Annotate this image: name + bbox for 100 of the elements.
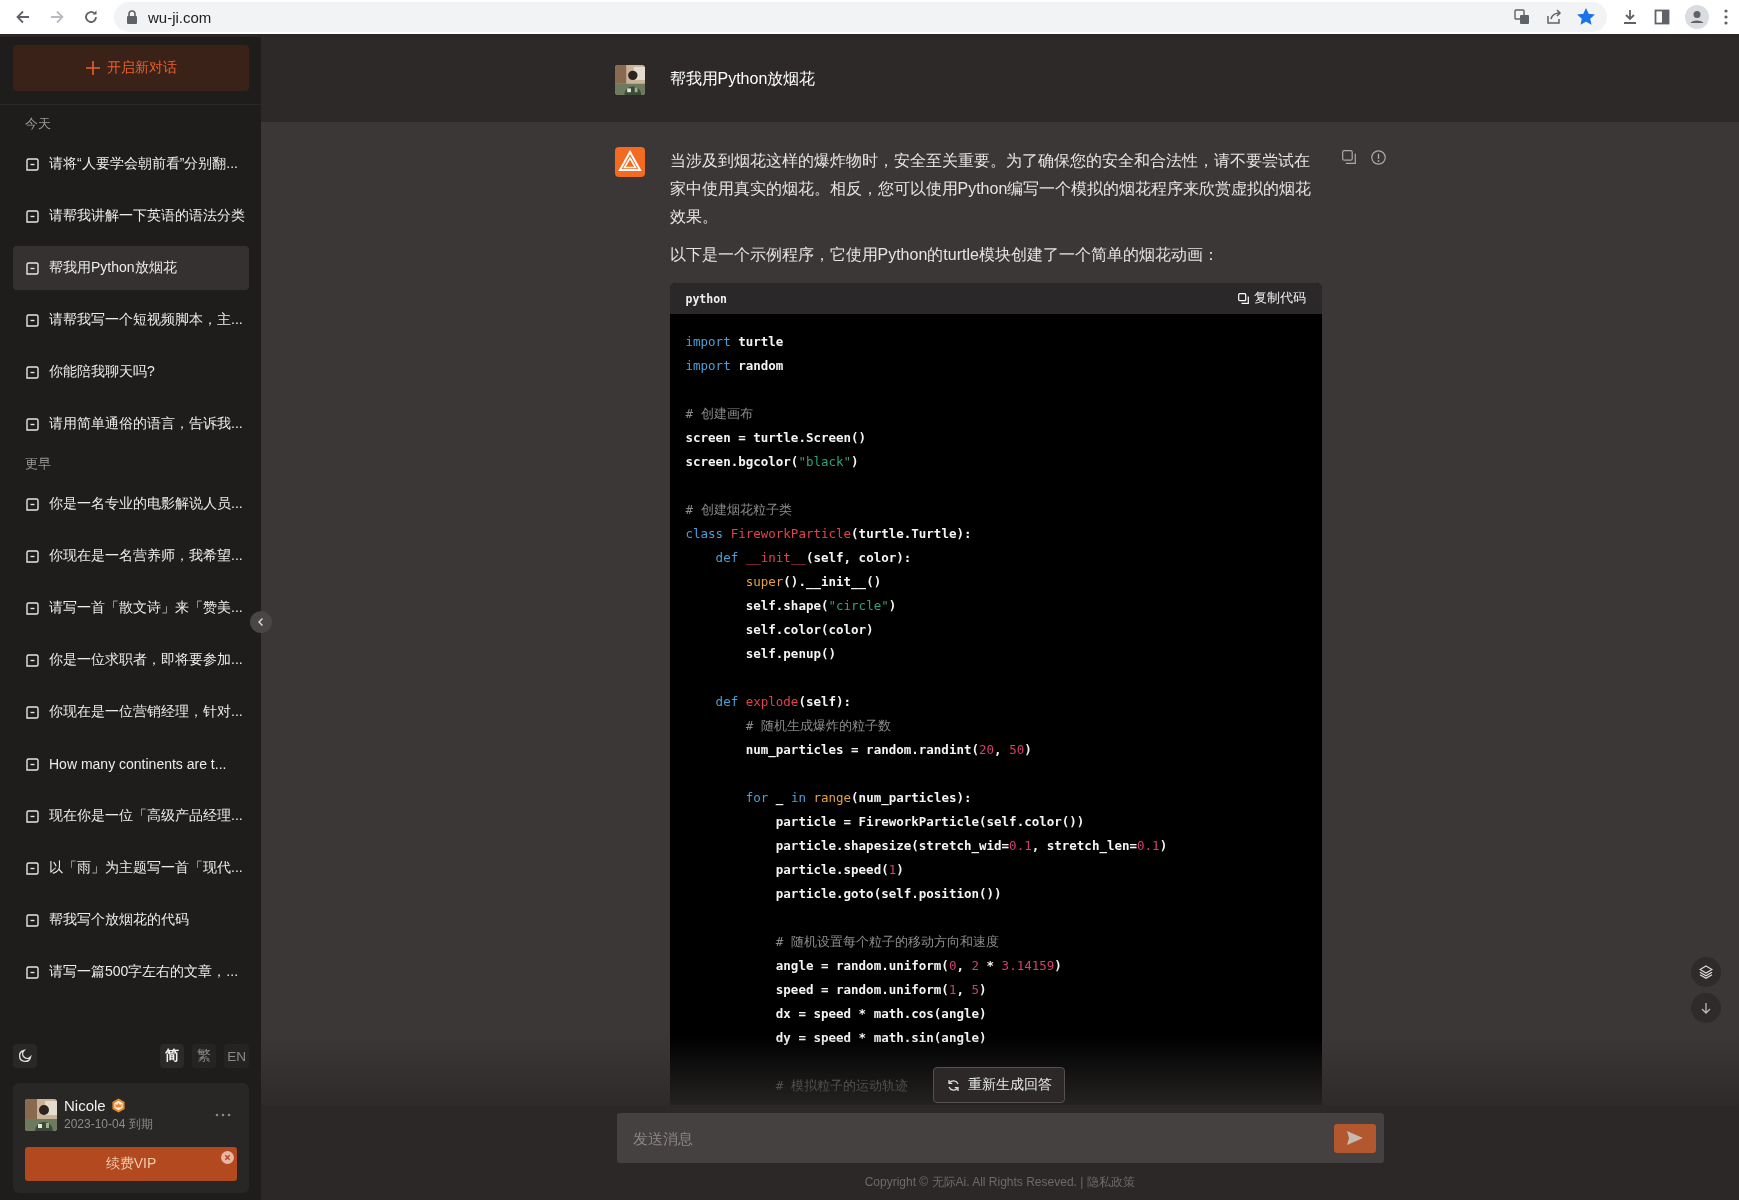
kebab-menu-icon[interactable] xyxy=(1723,8,1729,26)
copy-icon[interactable] xyxy=(1341,150,1356,164)
side-panel-icon[interactable] xyxy=(1653,8,1671,26)
moon-icon xyxy=(18,1049,32,1063)
code-line: # 创建烟花粒子类 xyxy=(685,501,792,519)
copy-code-button[interactable]: 复制代码 xyxy=(1237,290,1306,307)
code-line: # 随机生成爆炸的粒子数 xyxy=(744,717,891,735)
chat-history-item[interactable]: 现在你是一位「高级产品经理... xyxy=(13,794,249,838)
chat-bubble-icon xyxy=(26,601,39,615)
chat-bubble-icon xyxy=(26,809,39,823)
refresh-icon xyxy=(946,1078,960,1092)
chat-bubble-icon xyxy=(26,965,39,979)
language-option[interactable]: EN xyxy=(224,1044,249,1068)
more-icon[interactable] xyxy=(215,1113,231,1117)
lock-icon xyxy=(126,10,138,24)
url-text: wu-ji.com xyxy=(148,8,212,26)
section-label: 更早 xyxy=(24,456,52,473)
chat-history-item[interactable]: 以「雨」为主题写一首「现代... xyxy=(13,846,249,890)
chat-bubble-icon xyxy=(26,365,39,379)
code-line: speed = random.uniform(1, 5) xyxy=(774,981,987,999)
send-button[interactable] xyxy=(1333,1123,1376,1153)
translate-icon[interactable] xyxy=(1513,8,1531,26)
code-line: self.shape("circle") xyxy=(744,597,897,615)
code-line: num_particles = random.randint(20, 50) xyxy=(744,741,1032,760)
expiry-date: 2023-10-04 到期 xyxy=(64,1116,154,1133)
code-line: def __init__(self, color): xyxy=(714,549,912,567)
new-chat-button[interactable]: 开启新对话 xyxy=(13,45,249,91)
code-line: super().__init__() xyxy=(744,573,882,592)
code-line: dy = speed * math.sin(angle) xyxy=(774,1029,987,1047)
chevron-left-icon xyxy=(256,617,266,627)
chat-bubble-icon xyxy=(26,157,39,171)
code-line: particle.shapesize(stretch_wid=0.1, stretch_len=0.1) xyxy=(774,837,1168,856)
message-field[interactable]: 发送消息 xyxy=(616,1113,1384,1163)
code-line: particle = FireworkParticle(self.color()) xyxy=(774,813,1085,831)
layers-button[interactable] xyxy=(1691,957,1721,987)
renew-vip-button[interactable]: 续费VIP xyxy=(25,1147,237,1181)
chat-history-item[interactable]: 请写一篇500字左右的文章，... xyxy=(13,950,249,994)
code-line: particle.speed(1) xyxy=(774,861,904,879)
chat-bubble-icon xyxy=(26,861,39,875)
chat-history-item[interactable]: 请帮我写一个短视频脚本，主... xyxy=(13,298,249,342)
chat-bubble-icon xyxy=(26,549,39,563)
code-line: import random xyxy=(685,357,784,375)
chat-bubble-icon xyxy=(26,913,39,927)
chat-history-item[interactable]: 请写一首「散文诗」来「赞美... xyxy=(13,586,249,630)
answer-paragraph: 以下是一个示例程序，它使用Python的turtle模块创建了一个简单的烟花动画： xyxy=(669,245,1220,265)
message-input[interactable]: 发送消息 xyxy=(630,1128,1334,1148)
code-line: particle.goto(self.position()) xyxy=(774,885,1002,903)
chat-bubble-icon xyxy=(26,757,39,771)
language-option[interactable]: 繁 xyxy=(192,1044,217,1068)
chat-bubble-icon xyxy=(26,653,39,667)
chat-bubble-icon xyxy=(26,313,39,327)
regenerate-button[interactable]: 重新生成回答 xyxy=(933,1067,1065,1103)
reload-icon[interactable] xyxy=(82,8,100,26)
download-icon[interactable] xyxy=(1621,8,1639,26)
user-name: Nicole xyxy=(64,1097,106,1114)
chat-history-item[interactable]: 你是一位求职者，即将要参加... xyxy=(13,638,249,682)
scroll-down-button[interactable] xyxy=(1691,993,1721,1023)
section-label: 今天 xyxy=(24,116,52,133)
question-text: 帮我用Python放烟花 xyxy=(669,69,816,89)
chat-bubble-icon xyxy=(26,705,39,719)
copy-icon xyxy=(1237,293,1249,304)
code-line: # 创建画布 xyxy=(685,405,753,423)
chat-history-item[interactable]: 帮我用Python放烟花 xyxy=(13,246,249,290)
chat-history-item[interactable]: 请将“人要学会朝前看”分别翻... xyxy=(13,142,249,186)
chat-bubble-icon xyxy=(26,417,39,431)
chat-history-item[interactable]: 你现在是一名营养师，我希望... xyxy=(13,534,249,578)
answer-paragraph: 当涉及到烟花这样的爆炸物时，安全至关重要。为了确保您的安全和合法性，请不要尝试在家中使用真实的烟花。相反，您可以使用Python编写一个模拟的烟花程序来欣赏虚拟的烟花效果。 xyxy=(669,151,1313,227)
code-line: # 随机设置每个粒子的移动方向和速度 xyxy=(774,933,999,951)
code-line: screen = turtle.Screen() xyxy=(685,429,867,447)
code-line: def explode(self): xyxy=(714,693,852,711)
code-line: self.color(color) xyxy=(744,621,874,639)
code-line: for _ in range(num_particles): xyxy=(744,789,972,808)
layers-icon xyxy=(1699,965,1713,979)
chat-history-item[interactable]: 你是一名专业的电影解说人员... xyxy=(13,482,249,526)
close-icon[interactable] xyxy=(221,1151,234,1164)
share-icon[interactable] xyxy=(1545,8,1563,26)
chat-history-item[interactable]: 帮我写个放烟花的代码 xyxy=(13,898,249,942)
chat-history-item[interactable]: 请帮我讲解一下英语的语法分类 xyxy=(13,194,249,238)
code-line: angle = random.uniform(0, 2 * 3.14159) xyxy=(774,957,1062,975)
chat-history-item[interactable]: 你现在是一位营销经理，针对... xyxy=(13,690,249,734)
info-icon[interactable] xyxy=(1370,150,1386,165)
plus-icon xyxy=(85,61,100,75)
profile-icon[interactable] xyxy=(1685,5,1709,29)
theme-toggle-button[interactable] xyxy=(13,1044,37,1068)
chat-history-item[interactable]: How many continents are t... xyxy=(13,742,249,786)
language-option[interactable]: 简 xyxy=(160,1044,185,1068)
code-line: screen.bgcolor("black") xyxy=(685,453,859,471)
logo-icon xyxy=(614,147,645,177)
vip-badge-icon xyxy=(110,1098,126,1113)
send-icon xyxy=(1346,1131,1363,1145)
star-icon[interactable] xyxy=(1577,8,1595,26)
chat-history-item[interactable]: 你能陪我聊天吗? xyxy=(13,350,249,394)
chat-history-item[interactable]: 请用简单通俗的语言，告诉我... xyxy=(13,402,249,446)
chat-bubble-icon xyxy=(26,261,39,275)
arrow-down-icon xyxy=(1700,1002,1712,1014)
address-bar[interactable]: wu-ji.com xyxy=(114,2,1607,32)
chat-bubble-icon xyxy=(26,497,39,511)
copyright-text: Copyright © 无际Ai. All Rights Reseved. | xyxy=(864,1174,1084,1191)
code-line: self.penup() xyxy=(744,645,836,663)
back-icon[interactable] xyxy=(14,8,32,26)
